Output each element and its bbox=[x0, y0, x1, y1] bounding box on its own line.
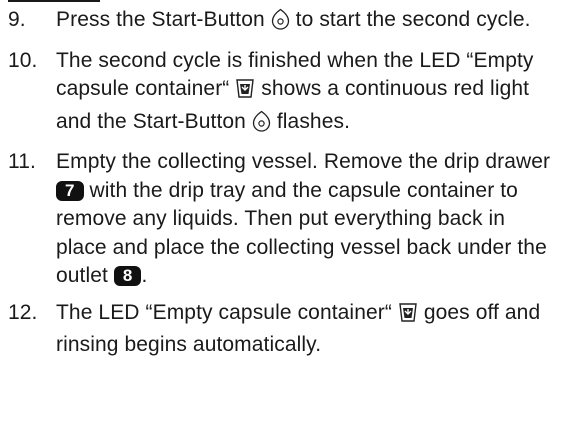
step-11: 11. Empty the collecting vessel. Remove … bbox=[8, 148, 560, 291]
capsule-container-icon bbox=[398, 301, 418, 332]
start-button-icon bbox=[252, 110, 271, 141]
step-text: The LED “Empty capsule container“ goes o… bbox=[56, 300, 541, 357]
step-number: 11. bbox=[8, 150, 36, 173]
instruction-steps: 9. Press the Start-Button to start the s… bbox=[8, 6, 560, 368]
step-text: Press the Start-Button to start the seco… bbox=[56, 6, 560, 39]
step-9: 9. Press the Start-Button to start the s… bbox=[8, 6, 560, 39]
step-text: The second cycle is finished when the LE… bbox=[56, 47, 560, 141]
callout-badge: 7 bbox=[56, 180, 84, 201]
section-top-rule bbox=[8, 0, 100, 2]
capsule-container-icon bbox=[235, 77, 255, 108]
step-12: 12. The LED “Empty capsule container“ go… bbox=[8, 299, 560, 360]
callout-badge: 8 bbox=[113, 266, 142, 286]
step-text: Empty the collecting vessel. Remove the … bbox=[56, 150, 551, 287]
step-number: 10. bbox=[8, 48, 38, 72]
step-number: 12. bbox=[8, 300, 38, 324]
start-button-icon bbox=[271, 8, 290, 39]
step-number: 9. bbox=[8, 8, 26, 31]
step-10: 10. The second cycle is finished when th… bbox=[8, 47, 560, 141]
